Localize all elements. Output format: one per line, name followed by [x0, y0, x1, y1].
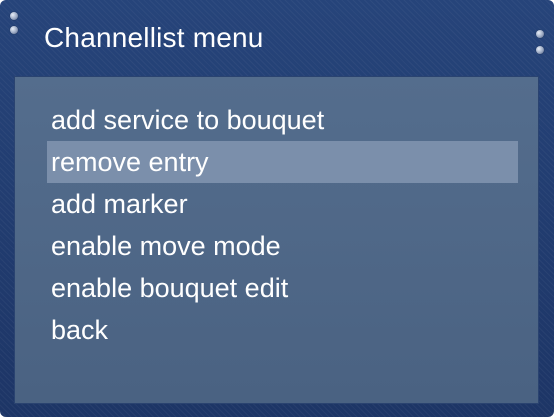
menu-item-remove-entry[interactable]: remove entry: [47, 141, 518, 183]
window-title: Channellist menu: [44, 22, 264, 53]
menu-item-enable-move-mode[interactable]: enable move mode: [15, 225, 538, 267]
menu-item-add-service-to-bouquet[interactable]: add service to bouquet: [15, 99, 538, 141]
channellist-menu-window: Channellist menu add service to bouquet …: [0, 0, 554, 417]
menu-panel: add service to bouquet remove entry add …: [14, 76, 539, 404]
screw-icon-top-left: [10, 12, 18, 20]
screw-icon-mid-left: [10, 26, 18, 34]
menu-item-add-marker[interactable]: add marker: [15, 183, 538, 225]
screw-icon-top-right: [536, 30, 544, 38]
screw-icon-mid-right: [536, 46, 544, 54]
title-bar: Channellist menu: [0, 0, 554, 76]
menu-item-enable-bouquet-edit[interactable]: enable bouquet edit: [15, 267, 538, 309]
menu-list: add service to bouquet remove entry add …: [15, 99, 538, 351]
menu-item-back[interactable]: back: [15, 309, 538, 351]
